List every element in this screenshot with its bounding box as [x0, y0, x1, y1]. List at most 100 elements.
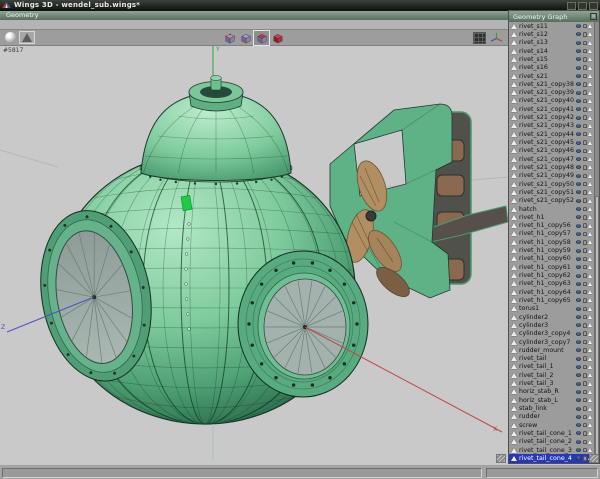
lock-icon[interactable] [583, 315, 587, 320]
selection-mode-button[interactable] [270, 31, 285, 45]
visibility-eye-icon[interactable] [576, 157, 581, 161]
lock-icon[interactable] [583, 90, 587, 95]
wire-shade-toggle-icon[interactable] [588, 307, 592, 311]
lock-icon[interactable] [583, 448, 587, 453]
object-list-item[interactable]: rivet_h1_copy62 [509, 271, 594, 279]
object-list-item[interactable]: stab_link [509, 404, 594, 412]
wire-shade-toggle-icon[interactable] [588, 165, 592, 169]
visibility-eye-icon[interactable] [576, 257, 581, 261]
lock-icon[interactable] [583, 440, 587, 445]
lock-icon[interactable] [583, 182, 587, 187]
wire-shade-toggle-icon[interactable] [588, 373, 592, 377]
wire-shade-toggle-icon[interactable] [588, 99, 592, 103]
menu-item[interactable] [44, 20, 55, 29]
object-list-item[interactable]: rivet_h1 [509, 213, 594, 221]
close-icon[interactable] [590, 13, 597, 20]
object-list-item[interactable]: rivet_s12 [509, 30, 594, 38]
wire-shade-toggle-icon[interactable] [588, 348, 592, 352]
lock-icon[interactable] [583, 57, 587, 62]
visibility-eye-icon[interactable] [576, 390, 581, 394]
wire-shade-toggle-icon[interactable] [588, 32, 592, 36]
visibility-eye-icon[interactable] [576, 240, 581, 244]
wire-shade-toggle-icon[interactable] [588, 157, 592, 161]
object-list-item[interactable]: cylinder3_copy7 [509, 338, 594, 346]
visibility-eye-icon[interactable] [576, 407, 581, 411]
visibility-eye-icon[interactable] [576, 224, 581, 228]
object-list-item[interactable]: hatch [509, 205, 594, 213]
visibility-eye-icon[interactable] [576, 91, 581, 95]
wire-shade-toggle-icon[interactable] [588, 431, 592, 435]
wire-shade-toggle-icon[interactable] [588, 124, 592, 128]
object-list-item[interactable]: rivet_s21_copy41 [509, 105, 594, 113]
wire-shade-toggle-icon[interactable] [588, 249, 592, 253]
object-list-item[interactable]: rivet_s21_copy49 [509, 172, 594, 180]
lock-icon[interactable] [583, 431, 587, 436]
object-list-item[interactable]: rivet_s21_copy51 [509, 188, 594, 196]
lock-icon[interactable] [583, 140, 587, 145]
lock-icon[interactable] [583, 207, 587, 212]
visibility-eye-icon[interactable] [576, 323, 581, 327]
window-control-button[interactable] [589, 2, 598, 10]
lock-icon[interactable] [583, 365, 587, 370]
object-list-item[interactable]: rudder [509, 413, 594, 421]
resize-grip-right[interactable] [589, 454, 599, 463]
wire-shade-toggle-icon[interactable] [588, 315, 592, 319]
wire-shade-toggle-icon[interactable] [588, 440, 592, 444]
wire-shade-toggle-icon[interactable] [588, 182, 592, 186]
lock-icon[interactable] [583, 82, 587, 87]
flat-shading-icon[interactable] [19, 31, 35, 44]
lock-icon[interactable] [583, 415, 587, 420]
lock-icon[interactable] [583, 356, 587, 361]
lock-icon[interactable] [583, 240, 587, 245]
visibility-eye-icon[interactable] [576, 199, 581, 203]
lock-icon[interactable] [583, 174, 587, 179]
object-list-item[interactable]: rivet_tail_2 [509, 371, 594, 379]
groundplane-toggle-icon[interactable] [472, 31, 486, 44]
wire-shade-toggle-icon[interactable] [588, 215, 592, 219]
lock-icon[interactable] [583, 198, 587, 203]
visibility-eye-icon[interactable] [576, 66, 581, 70]
lock-icon[interactable] [583, 49, 587, 54]
wire-shade-toggle-icon[interactable] [588, 74, 592, 78]
scrollbar-thumb[interactable] [595, 196, 599, 463]
selection-mode-button[interactable] [254, 31, 269, 45]
lock-icon[interactable] [583, 24, 587, 29]
visibility-eye-icon[interactable] [576, 149, 581, 153]
wire-shade-toggle-icon[interactable] [588, 190, 592, 194]
lock-icon[interactable] [583, 331, 587, 336]
object-list-item[interactable]: cylinder2 [509, 313, 594, 321]
object-list-item[interactable]: rivet_s13 [509, 39, 594, 47]
object-list-item[interactable]: rivet_tail_cone_2 [509, 438, 594, 446]
wire-shade-toggle-icon[interactable] [588, 390, 592, 394]
wire-shade-toggle-icon[interactable] [588, 382, 592, 386]
object-list-item[interactable]: rivet_h1_copy61 [509, 263, 594, 271]
lock-icon[interactable] [583, 165, 587, 170]
wire-shade-toggle-icon[interactable] [588, 82, 592, 86]
lock-icon[interactable] [583, 282, 587, 287]
wire-shade-toggle-icon[interactable] [588, 240, 592, 244]
object-list-item[interactable]: cylinder3_copy4 [509, 330, 594, 338]
wire-shade-toggle-icon[interactable] [588, 232, 592, 236]
object-list-item[interactable]: rivet_h1_copy60 [509, 255, 594, 263]
lock-icon[interactable] [583, 298, 587, 303]
lock-icon[interactable] [583, 273, 587, 278]
object-list-item[interactable]: horiz_stab_R [509, 388, 594, 396]
tail-assembly[interactable] [330, 104, 508, 302]
object-list-item[interactable]: rivet_s21_copy47 [509, 155, 594, 163]
wire-shade-toggle-icon[interactable] [588, 282, 592, 286]
lock-icon[interactable] [583, 132, 587, 137]
wire-shade-toggle-icon[interactable] [588, 332, 592, 336]
menu-item[interactable] [0, 20, 11, 29]
lock-icon[interactable] [583, 232, 587, 237]
wire-shade-toggle-icon[interactable] [588, 149, 592, 153]
menu-item[interactable] [66, 20, 77, 29]
lock-icon[interactable] [583, 157, 587, 162]
object-list-item[interactable]: rivet_s21 [509, 72, 594, 80]
wire-shade-toggle-icon[interactable] [588, 423, 592, 427]
hatch-dome[interactable] [140, 76, 292, 186]
visibility-eye-icon[interactable] [576, 440, 581, 444]
visibility-eye-icon[interactable] [576, 265, 581, 269]
wire-shade-toggle-icon[interactable] [588, 290, 592, 294]
geometry-graph-header[interactable]: Geometry Graph [509, 11, 599, 22]
object-list-item[interactable]: rivet_tail_cone_3 [509, 446, 594, 454]
